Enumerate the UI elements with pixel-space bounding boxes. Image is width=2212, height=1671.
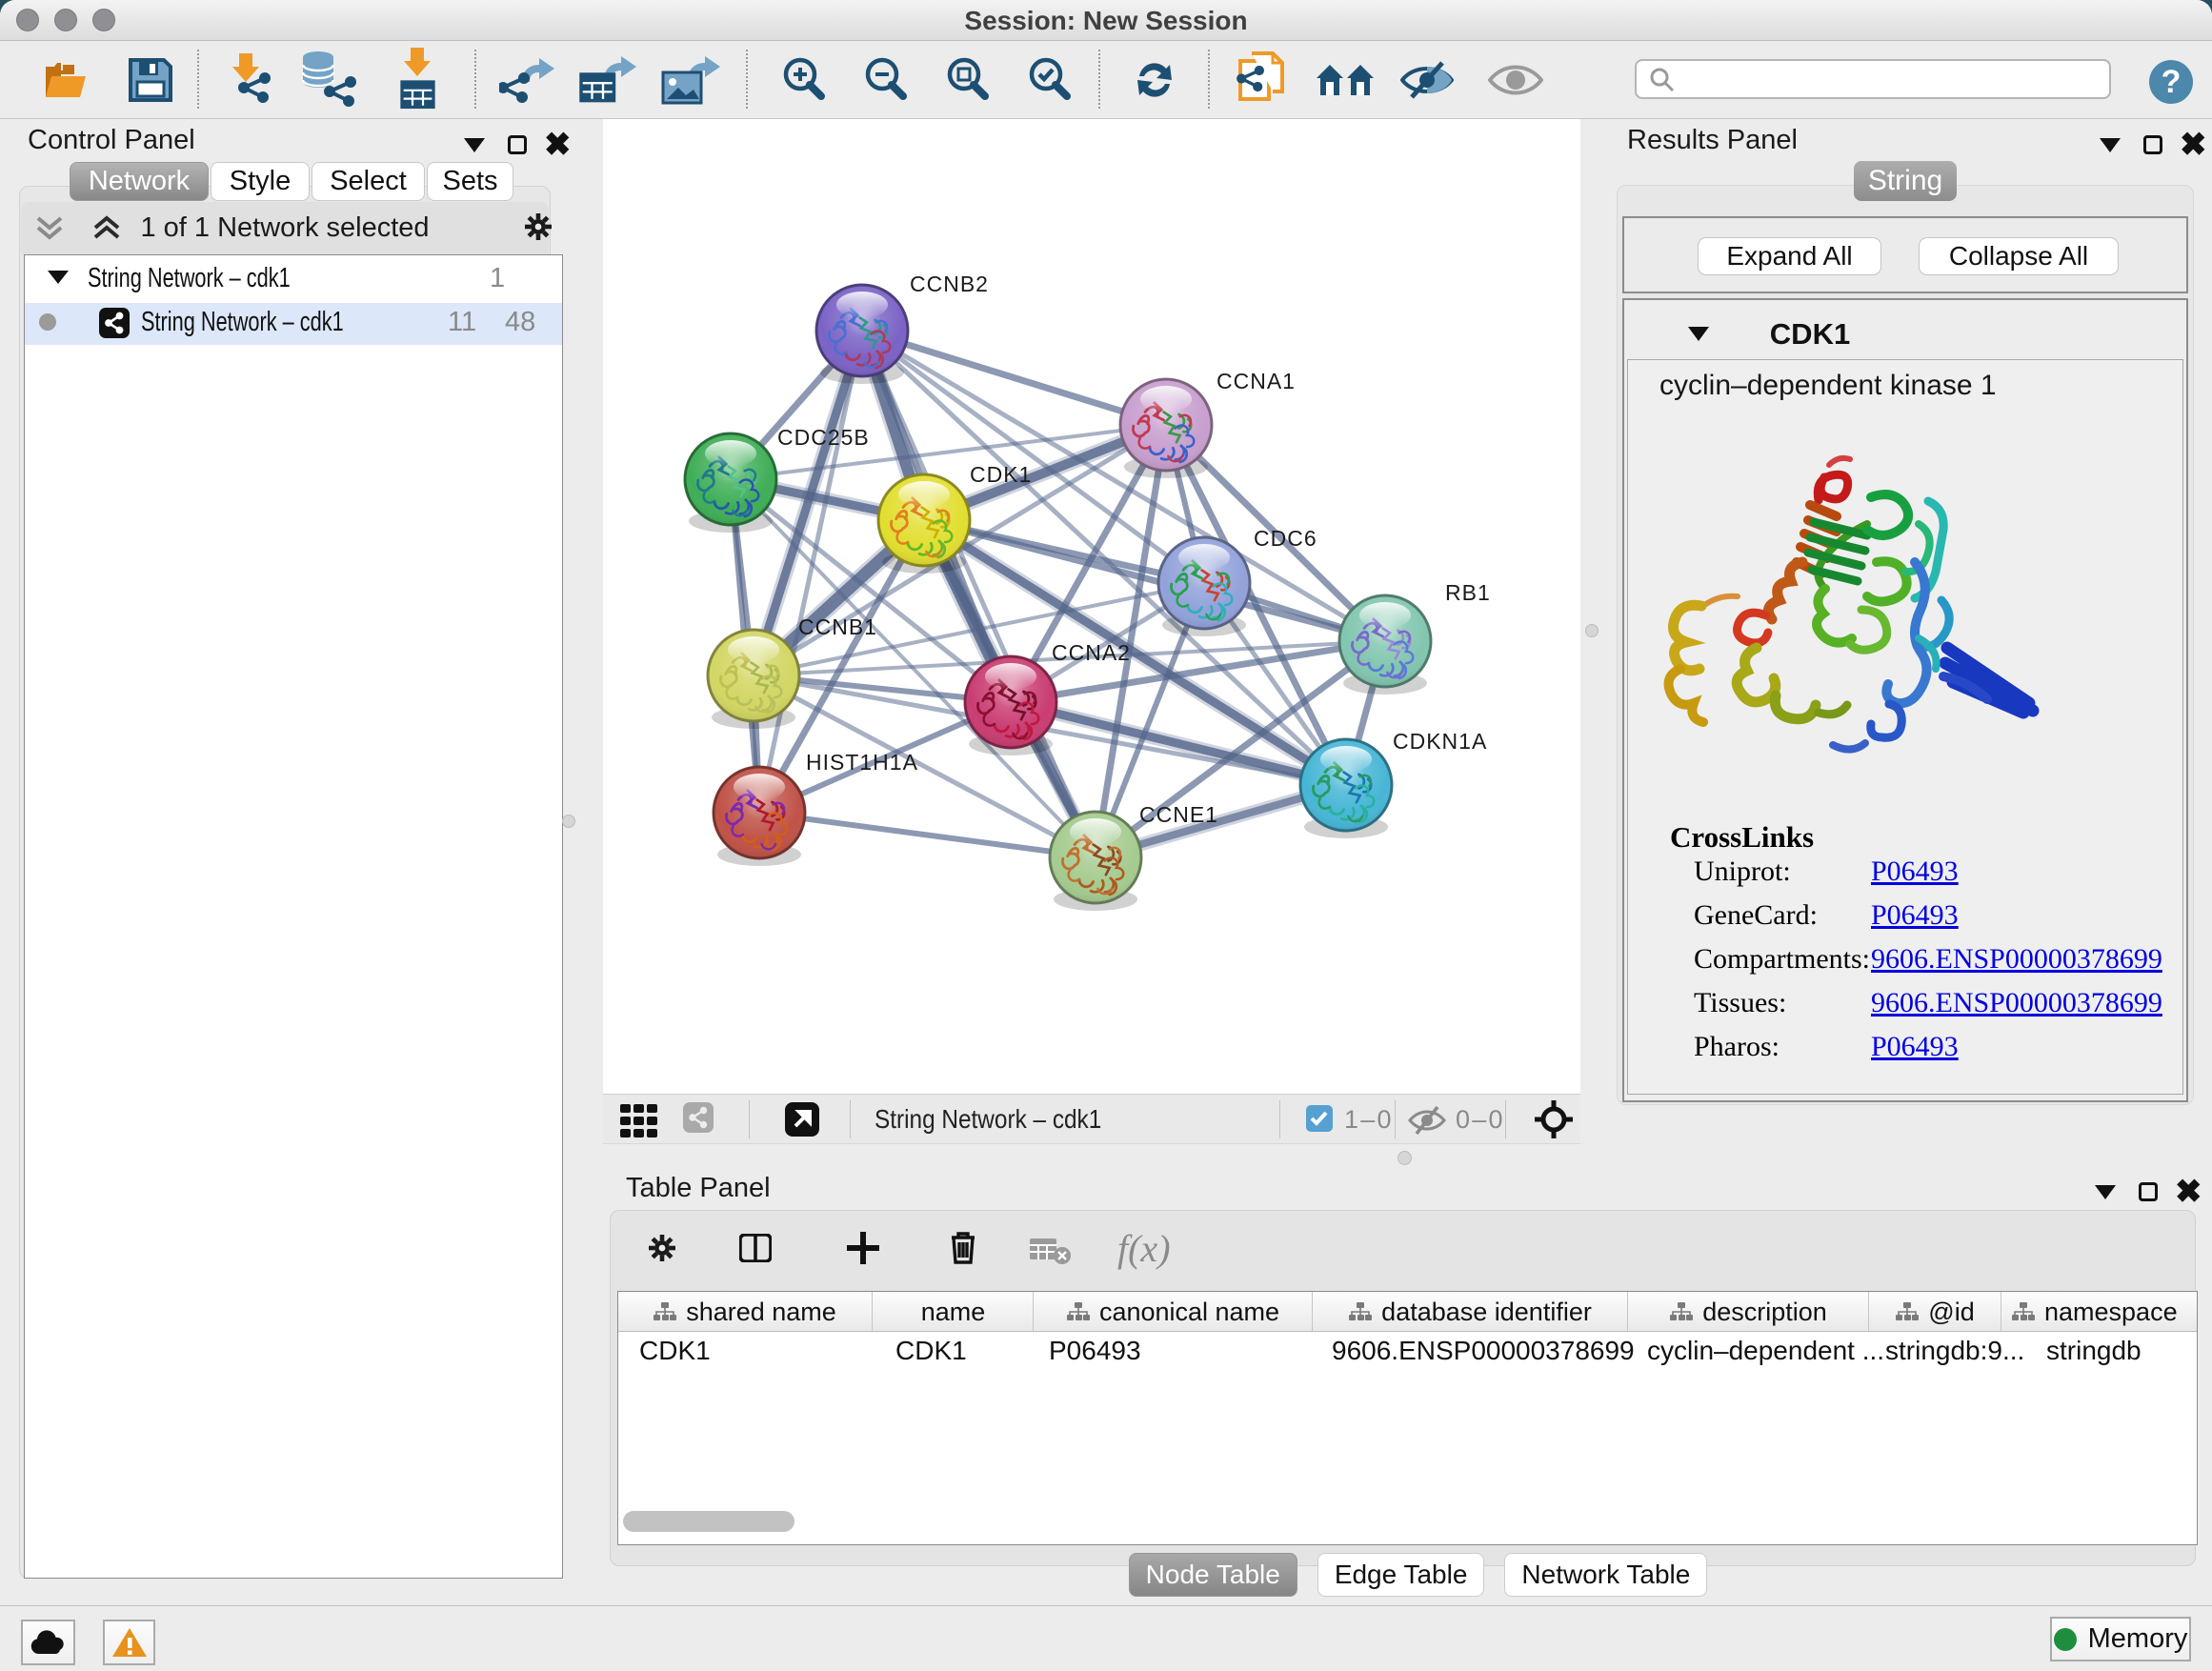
svg-text:HIST1H1A: HIST1H1A [806, 750, 918, 775]
svg-text:CDKN1A: CDKN1A [1393, 729, 1487, 754]
svg-text:CDC6: CDC6 [1254, 526, 1317, 551]
svg-text:CCNE1: CCNE1 [1139, 802, 1218, 827]
svg-text:CDC25B: CDC25B [777, 425, 870, 450]
svg-text:RB1: RB1 [1445, 580, 1491, 605]
svg-text:CCNA2: CCNA2 [1052, 640, 1131, 665]
svg-text:CDK1: CDK1 [970, 462, 1032, 487]
svg-text:CCNB1: CCNB1 [798, 614, 877, 639]
svg-text:CCNB2: CCNB2 [910, 272, 989, 296]
svg-text:CCNA1: CCNA1 [1217, 369, 1296, 393]
